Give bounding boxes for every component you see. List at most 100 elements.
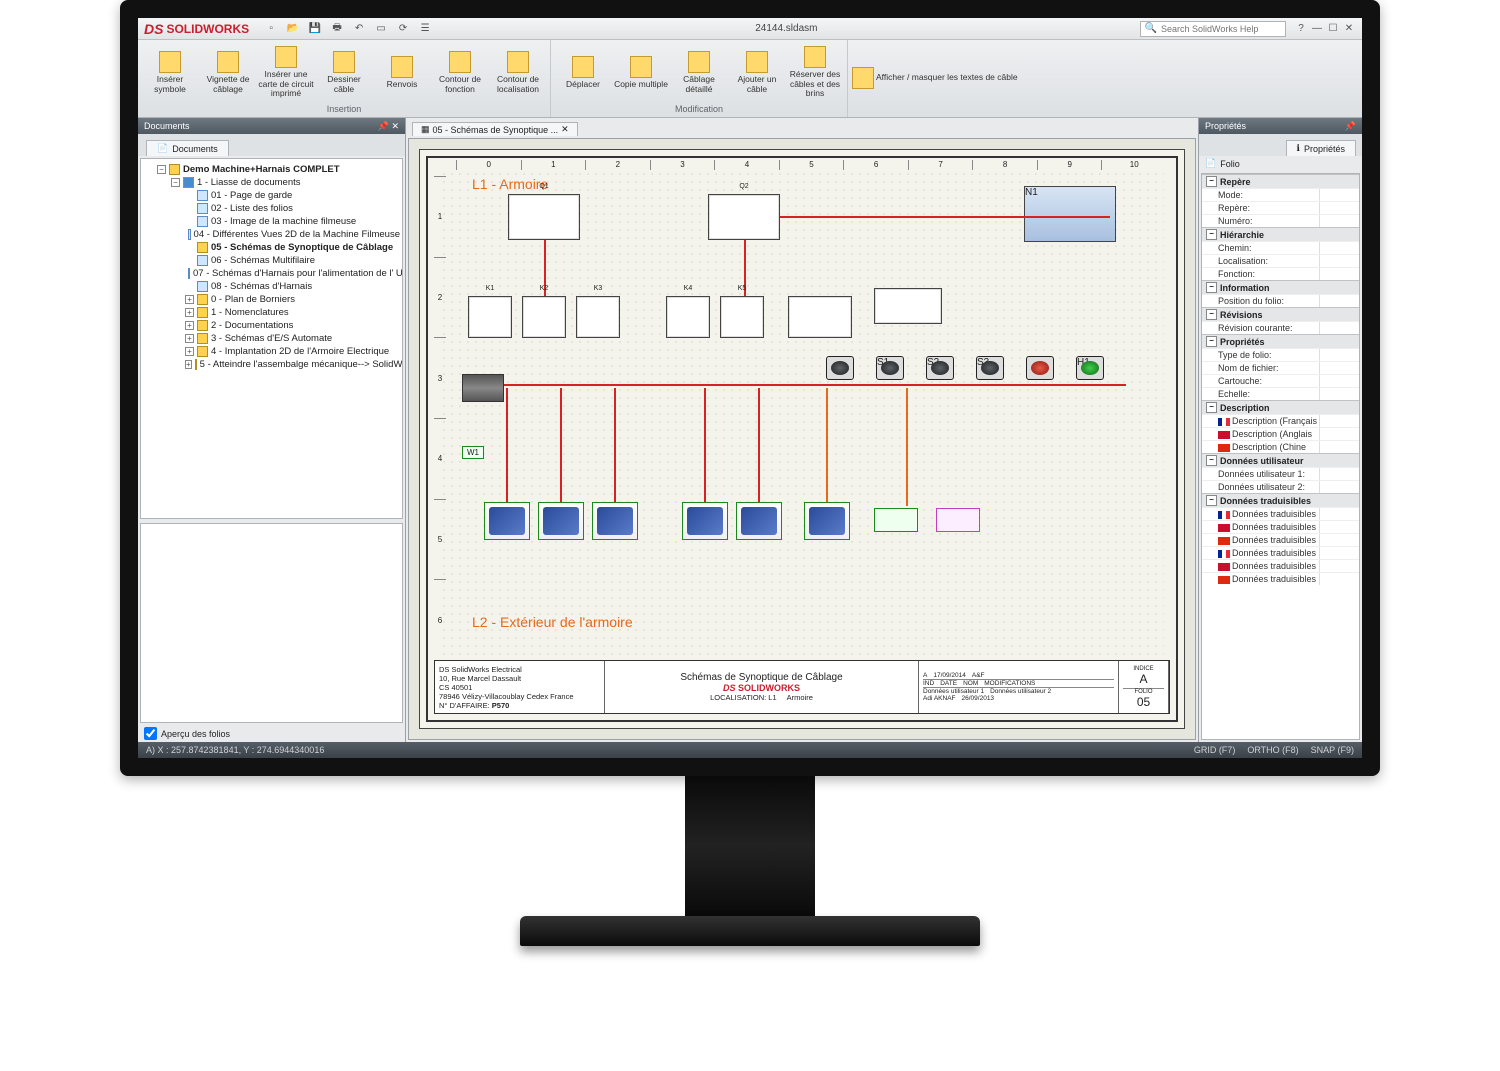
preview-checkbox[interactable] [144, 727, 157, 740]
device[interactable] [874, 508, 918, 532]
component-k5[interactable]: K5 [720, 296, 764, 338]
print-icon[interactable]: 🖶 [329, 21, 345, 37]
document-tree[interactable]: −Demo Machine+Harnais COMPLET −1 - Liass… [140, 158, 403, 519]
property-row[interactable]: Données utilisateur 1: [1202, 467, 1359, 480]
component-vfd[interactable] [788, 296, 852, 338]
motor[interactable] [804, 502, 850, 540]
property-section[interactable]: Information [1202, 280, 1359, 294]
property-row[interactable]: Révision courante: [1202, 321, 1359, 334]
documents-tab[interactable]: 📄Documents [146, 140, 229, 156]
snap-toggle[interactable]: SNAP (F9) [1311, 745, 1354, 755]
rebuild-icon[interactable]: ⟳ [395, 21, 411, 37]
help-icon[interactable]: ? [1294, 22, 1308, 36]
property-row[interactable]: Description (Chine [1202, 440, 1359, 453]
open-icon[interactable]: 📂 [285, 21, 301, 37]
tree-item[interactable]: +5 - Atteindre l'assembalge mécanique-->… [185, 358, 400, 371]
ribbon-button[interactable]: Insérer symbole [142, 45, 198, 101]
pushbutton[interactable] [826, 356, 854, 380]
property-row[interactable]: Nom de fichier: [1202, 361, 1359, 374]
ribbon-button[interactable]: Contour de fonction [432, 45, 488, 101]
busbar[interactable] [462, 374, 504, 402]
property-row[interactable]: Données utilisateur 2: [1202, 480, 1359, 493]
options-icon[interactable]: ☰ [417, 21, 433, 37]
tree-item[interactable]: 06 - Schémas Multifilaire [185, 254, 400, 267]
pushbutton-estop[interactable] [1026, 356, 1054, 380]
pushbutton-s2[interactable]: S2 [926, 356, 954, 380]
ribbon-button[interactable]: Contour de localisation [490, 45, 546, 101]
tree-item[interactable]: +3 - Schémas d'E/S Automate [185, 332, 400, 345]
ribbon-button[interactable]: Insérer une carte de circuit imprimé [258, 45, 314, 101]
tree-item[interactable]: 07 - Schémas d'Harnais pour l'alimentati… [185, 267, 400, 280]
property-row[interactable]: Repère: [1202, 201, 1359, 214]
tree-item-selected[interactable]: 05 - Schémas de Synoptique de Câblage [185, 241, 400, 254]
undo-icon[interactable]: ↶ [351, 21, 367, 37]
tree-item[interactable]: 08 - Schémas d'Harnais [185, 280, 400, 293]
property-row[interactable]: Position du folio: [1202, 294, 1359, 307]
motor[interactable] [736, 502, 782, 540]
tree-item[interactable]: 03 - Image de la machine filmeuse [185, 215, 400, 228]
property-section[interactable]: Description [1202, 400, 1359, 414]
property-row[interactable]: Echelle: [1202, 387, 1359, 400]
tree-item[interactable]: +4 - Implantation 2D de l'Armoire Electr… [185, 345, 400, 358]
close-icon[interactable]: ✕ [1342, 22, 1356, 36]
property-row[interactable]: Données traduisibles [1202, 559, 1359, 572]
motor[interactable] [484, 502, 530, 540]
ribbon-button[interactable]: Dessiner câble [316, 45, 372, 101]
pin-icon[interactable]: 📌 ✕ [378, 121, 399, 132]
ribbon-button[interactable]: Renvois [374, 45, 430, 101]
pushbutton-s3[interactable]: S3 [976, 356, 1004, 380]
tree-item[interactable]: +2 - Documentations [185, 319, 400, 332]
close-tab-icon[interactable]: ✕ [561, 124, 569, 135]
property-section[interactable]: Révisions [1202, 307, 1359, 321]
ribbon-button[interactable]: Réserver des câbles et des brins [787, 45, 843, 101]
properties-tab[interactable]: ℹPropriétés [1286, 140, 1356, 156]
property-row[interactable]: Données traduisibles [1202, 546, 1359, 559]
property-row[interactable]: Localisation: [1202, 254, 1359, 267]
drawing-canvas[interactable]: 012345678910 123456 L1 - Armoire L2 - Ex… [408, 138, 1196, 740]
property-section[interactable]: Propriétés [1202, 334, 1359, 348]
component-terminal[interactable] [874, 288, 942, 324]
maximize-icon[interactable]: ☐ [1326, 22, 1340, 36]
new-icon[interactable]: ▫ [263, 21, 279, 37]
tree-item[interactable]: +0 - Plan de Borniers [185, 293, 400, 306]
tree-item[interactable]: +1 - Nomenclatures [185, 306, 400, 319]
motor[interactable] [592, 502, 638, 540]
property-row[interactable]: Cartouche: [1202, 374, 1359, 387]
property-row[interactable]: Fonction: [1202, 267, 1359, 280]
motor[interactable] [682, 502, 728, 540]
component-q2[interactable]: Q2 [708, 194, 780, 240]
search-input[interactable] [1161, 24, 1281, 34]
tree-item[interactable]: 02 - Liste des folios [185, 202, 400, 215]
save-icon[interactable]: 💾 [307, 21, 323, 37]
property-section[interactable]: Données traduisibles [1202, 493, 1359, 507]
cable-label-w1[interactable]: W1 [462, 446, 484, 459]
property-row[interactable]: Numéro: [1202, 214, 1359, 227]
ribbon-button[interactable]: Copie multiple [613, 45, 669, 101]
property-row[interactable]: Description (Français [1202, 414, 1359, 427]
indicator-h1[interactable]: H1 [1076, 356, 1104, 380]
property-row[interactable]: Données traduisibles [1202, 572, 1359, 585]
tree-item[interactable]: 04 - Différentes Vues 2D de la Machine F… [185, 228, 400, 241]
cursor-icon[interactable]: ▭ [373, 21, 389, 37]
property-grid[interactable]: RepèreMode:Repère:Numéro:HiérarchieChemi… [1201, 173, 1360, 740]
ribbon-button[interactable]: Déplacer [555, 45, 611, 101]
minimize-icon[interactable]: — [1310, 22, 1324, 36]
property-row[interactable]: Données traduisibles [1202, 507, 1359, 520]
search-box[interactable]: 🔍 [1140, 21, 1286, 37]
component-k3[interactable]: K3 [576, 296, 620, 338]
ortho-toggle[interactable]: ORTHO (F8) [1247, 745, 1298, 755]
pin-icon[interactable]: 📌 [1345, 121, 1356, 132]
component-k1[interactable]: K1 [468, 296, 512, 338]
document-tab[interactable]: ▦05 - Schémas de Synoptique ...✕ [412, 122, 578, 136]
ribbon-button[interactable]: Vignette de câblage [200, 45, 256, 101]
motor[interactable] [538, 502, 584, 540]
property-row[interactable]: Description (Anglais [1202, 427, 1359, 440]
property-section[interactable]: Données utilisateur [1202, 453, 1359, 467]
property-row[interactable]: Données traduisibles [1202, 520, 1359, 533]
ribbon-button[interactable]: Afficher / masquer les textes de câble [852, 68, 1018, 88]
pushbutton-s1[interactable]: S1 [876, 356, 904, 380]
property-section[interactable]: Hiérarchie [1202, 227, 1359, 241]
component-q1[interactable]: Q1 [508, 194, 580, 240]
property-row[interactable]: Données traduisibles [1202, 533, 1359, 546]
property-row[interactable]: Mode: [1202, 188, 1359, 201]
